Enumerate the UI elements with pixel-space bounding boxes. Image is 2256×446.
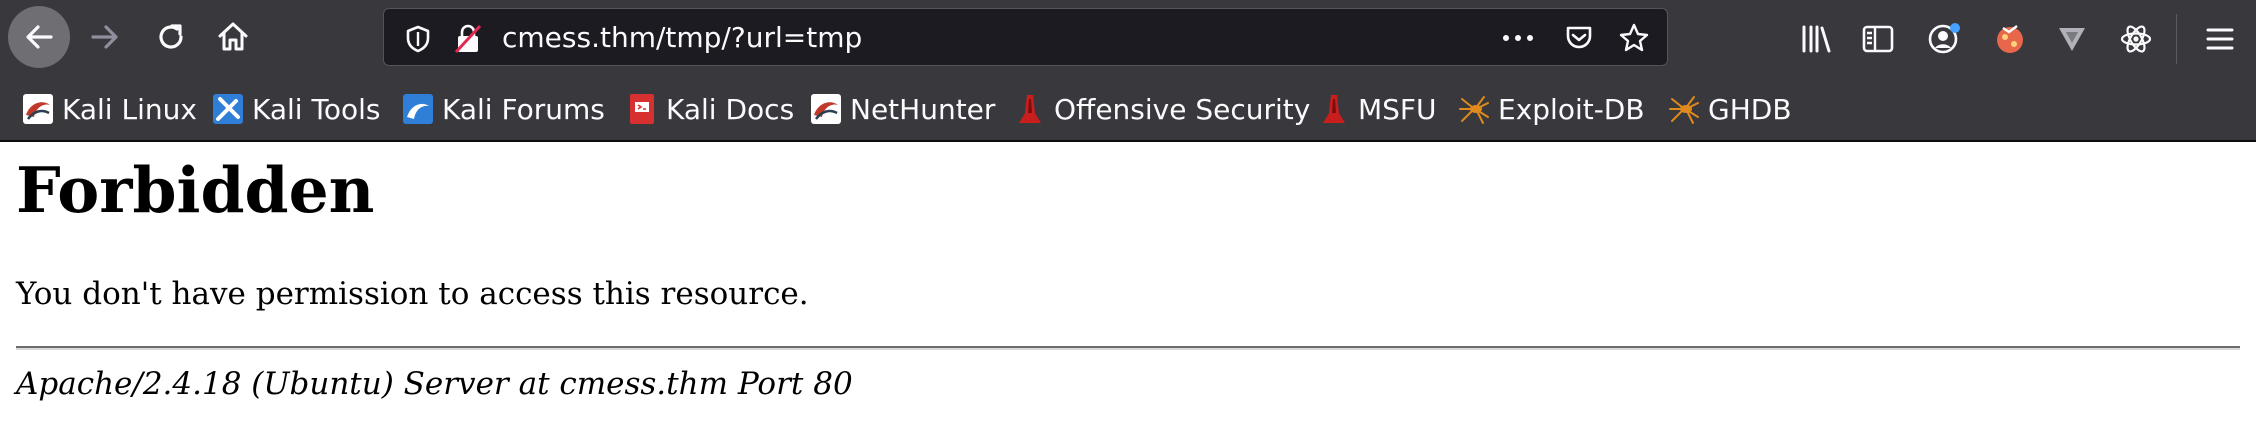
kali-forums-icon (402, 93, 434, 125)
reload-button[interactable] (140, 6, 202, 68)
toolbar-separator (2176, 14, 2177, 64)
extension-v-icon (2059, 28, 2085, 51)
forward-button[interactable] (74, 6, 136, 68)
home-button[interactable] (202, 6, 264, 68)
bookmark-exploit-db[interactable]: Exploit-DB (1458, 78, 1645, 140)
bookmark-label: GHDB (1708, 92, 1792, 126)
bookmark-star-icon[interactable] (1619, 23, 1649, 53)
extension-button-3[interactable] (2116, 19, 2156, 59)
page-content: Forbidden You don't have permission to a… (0, 142, 2256, 446)
library-icon (1802, 25, 1831, 53)
url-bar[interactable]: cmess.thm/tmp/?url=tmp (383, 8, 1668, 66)
bookmark-kali-tools[interactable]: Kali Tools (212, 78, 380, 140)
hamburger-menu-icon (2206, 28, 2234, 50)
bookmark-label: Kali Tools (252, 92, 381, 126)
library-button[interactable] (1796, 19, 1836, 59)
browser-toolbar: cmess.thm/tmp/?url=tmp (0, 0, 2256, 78)
reload-icon (159, 24, 183, 49)
extension-button-1[interactable] (1990, 19, 2030, 59)
extension-cookie-icon (1997, 25, 2023, 53)
account-icon (1928, 23, 1960, 54)
extension-button-2[interactable] (2052, 19, 2092, 59)
bookmark-nethunter[interactable]: NetHunter (810, 78, 995, 140)
insecure-lock-icon[interactable] (454, 24, 482, 54)
kali-tools-icon (212, 93, 244, 125)
server-signature: Apache/2.4.18 (Ubuntu) Server at cmess.t… (16, 366, 853, 402)
error-message: You don't have permission to access this… (16, 276, 809, 312)
more-actions-icon[interactable] (1501, 26, 1535, 50)
arrow-left-icon (26, 25, 53, 49)
home-icon (218, 22, 248, 51)
pocket-icon[interactable] (1565, 24, 1593, 52)
bookmark-label: Kali Docs (666, 92, 795, 126)
tracking-shield-icon[interactable] (406, 25, 430, 53)
offsec-icon (1014, 93, 1046, 125)
bookmark-kali-forums[interactable]: Kali Forums (402, 78, 605, 140)
bookmark-label: Offensive Security (1054, 92, 1311, 126)
menu-button[interactable] (2200, 19, 2240, 59)
url-text[interactable]: cmess.thm/tmp/?url=tmp (502, 9, 862, 67)
kali-docs-icon (626, 93, 658, 125)
bookmarks-toolbar: Kali Linux Kali Tools Kali Forums Kali D… (0, 78, 2256, 142)
bookmark-label: Kali Linux (62, 92, 197, 126)
arrow-right-icon (91, 25, 118, 49)
account-button[interactable] (1924, 19, 1964, 59)
ghdb-icon (1668, 93, 1700, 125)
divider (16, 346, 2240, 350)
msfu-icon (1318, 93, 1350, 125)
bookmark-label: MSFU (1358, 92, 1437, 126)
bookmark-offensive-security[interactable]: Offensive Security (1014, 78, 1310, 140)
kali-dragon-icon (22, 93, 54, 125)
bookmark-ghdb[interactable]: GHDB (1668, 78, 1792, 140)
back-button[interactable] (8, 6, 70, 68)
bookmark-kali-docs[interactable]: Kali Docs (626, 78, 794, 140)
page-title: Forbidden (16, 153, 375, 227)
nethunter-icon (810, 93, 842, 125)
bookmark-label: Kali Forums (442, 92, 605, 126)
sidebar-button[interactable] (1858, 19, 1898, 59)
bookmark-label: Exploit-DB (1498, 92, 1645, 126)
react-devtools-icon (2120, 25, 2152, 53)
bookmark-msfu[interactable]: MSFU (1318, 78, 1437, 140)
exploitdb-icon (1458, 93, 1490, 125)
bookmark-label: NetHunter (850, 92, 996, 126)
sidebar-icon (1862, 25, 1894, 53)
bookmark-kali-linux[interactable]: Kali Linux (22, 78, 197, 140)
